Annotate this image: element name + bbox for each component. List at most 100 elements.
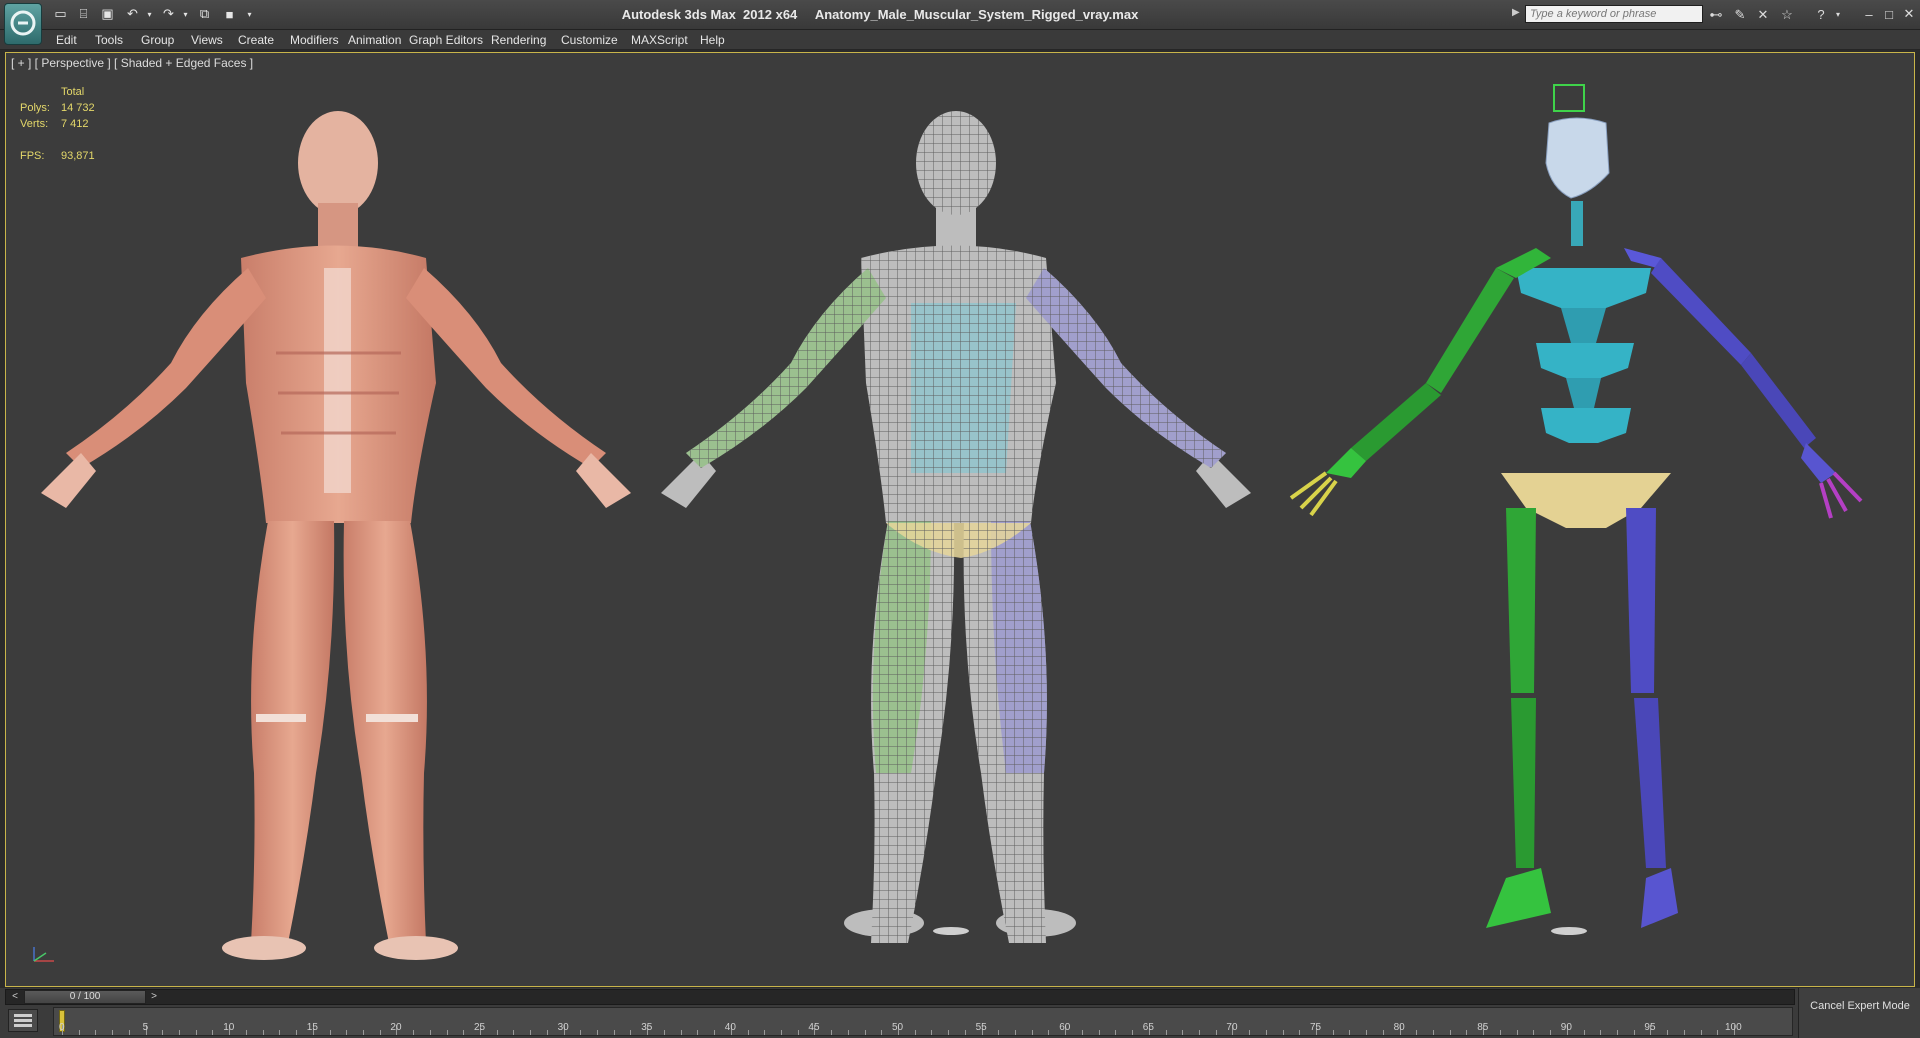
timeline-minor-tick [1081,1030,1083,1035]
timeline-minor-tick [580,1030,582,1035]
timeline-label: 0 [59,1022,65,1033]
timeline-minor-tick [429,1030,431,1035]
menu-bar: Edit Tools Group Views Create Modifiers … [0,30,1920,50]
timeline-minor-tick [128,1030,130,1035]
timeline-minor-tick [496,1030,498,1035]
timeline-minor-tick [95,1030,97,1035]
binoculars-icon[interactable]: ⊷ [1707,6,1725,23]
undo-icon[interactable]: ↶ [124,6,141,22]
timeline-label: 50 [892,1022,904,1033]
cancel-expert-mode-button[interactable]: Cancel Expert Mode [1798,988,1920,1038]
time-slider-next-button[interactable]: > [147,990,161,1004]
help-dropdown-icon[interactable]: ▾ [1829,6,1847,23]
timeline-minor-tick [1667,1030,1669,1035]
search-expand-icon[interactable]: ▶ [1512,7,1520,18]
track-bar[interactable]: 0 5 10 15 20 25 30 35 40 45 50 55 60 65 70 75 80 85 90 95 10… [53,1007,1793,1036]
app-menu-button[interactable] [4,3,42,45]
timeline-minor-tick [379,1030,381,1035]
timeline-minor-tick [630,1030,632,1035]
muscular-body-model[interactable] [41,111,631,960]
search-input[interactable] [1525,5,1703,23]
minimize-button[interactable]: – [1858,4,1880,24]
timeline-label: 65 [1142,1022,1154,1033]
timeline-minor-tick [1132,1030,1134,1035]
timeline-minor-tick [1382,1030,1384,1035]
new-file-icon[interactable]: ▭ [52,6,69,22]
menu-edit[interactable]: Edit [56,33,77,47]
timeline-label: 25 [474,1022,486,1033]
perspective-viewport[interactable]: [ + ] [ Perspective ] [ Shaded + Edged F… [5,52,1915,987]
save-icon[interactable]: ▣ [99,6,116,22]
timeline-minor-tick [1600,1030,1602,1035]
timeline-minor-tick [1098,1030,1100,1035]
mini-curve-editor-icon[interactable] [8,1009,38,1032]
open-file-icon[interactable]: ⌸ [75,6,92,22]
timeline-minor-tick [329,1030,331,1035]
menu-tools[interactable]: Tools [95,33,123,47]
timeline-minor-tick [1198,1030,1200,1035]
undo-dropdown-icon[interactable]: ▾ [141,6,158,22]
menu-group[interactable]: Group [141,33,174,47]
timeline-minor-tick [212,1030,214,1035]
help-icon[interactable]: ? [1812,6,1830,23]
timeline-minor-tick [78,1030,80,1035]
window-title: Autodesk 3ds Max 2012 x64 Anatomy_Male_M… [621,7,1139,22]
timeline-minor-tick [864,1030,866,1035]
timeline-label: 60 [1059,1022,1071,1033]
time-slider-thumb[interactable]: 0 / 100 [24,990,146,1004]
menu-animation[interactable]: Animation [348,33,401,47]
favorites-star-icon[interactable]: ☆ [1778,6,1796,23]
timeline-minor-tick [296,1030,298,1035]
timeline-label: 30 [557,1022,569,1033]
timeline-label: 35 [641,1022,653,1033]
timeline-minor-tick [1282,1030,1284,1035]
timeline-minor-tick [546,1030,548,1035]
timeline-minor-tick [948,1030,950,1035]
timeline-minor-tick [1449,1030,1451,1035]
timeline-minor-tick [680,1030,682,1035]
timeline-minor-tick [530,1030,532,1035]
menu-customize[interactable]: Customize [561,33,618,47]
timeline-minor-tick [663,1030,665,1035]
menu-graph-editors[interactable]: Graph Editors [409,33,483,47]
communication-icon[interactable]: ✎ [1731,6,1749,23]
timeline-minor-tick [1616,1030,1618,1035]
timeline-minor-tick [1249,1030,1251,1035]
biped-skeleton-rig[interactable] [1289,84,1863,935]
time-slider-prev-button[interactable]: < [8,990,22,1004]
redo-dropdown-icon[interactable]: ▾ [177,6,194,22]
timeline-minor-tick [1332,1030,1334,1035]
project-folder-icon[interactable]: ■ [221,6,238,22]
hold-icon[interactable]: ⧉ [196,6,213,22]
3dsmax-logo-icon [10,10,36,36]
menu-rendering[interactable]: Rendering [491,33,546,47]
menu-maxscript[interactable]: MAXScript [631,33,688,47]
timeline-minor-tick [1265,1030,1267,1035]
title-bar: ▭ ⌸ ▣ ↶ ▾ ↷ ▾ ⧉ ■ ▾ Autodesk 3ds Max 201… [0,0,1920,45]
wireframe-skinned-model[interactable] [661,111,1251,943]
timeline-label: 55 [975,1022,987,1033]
timeline-minor-tick [1550,1030,1552,1035]
timeline-minor-tick [764,1030,766,1035]
timeline-label: 100 [1725,1022,1742,1033]
timeline-minor-tick [697,1030,699,1035]
timeline-minor-tick [262,1030,264,1035]
maximize-button[interactable]: □ [1878,4,1900,24]
timeline-minor-tick [1717,1030,1719,1035]
redo-icon[interactable]: ↷ [160,6,177,22]
scene-figures[interactable] [6,53,1914,986]
tools-icon[interactable]: ✕ [1754,6,1772,23]
timeline-minor-tick [1499,1030,1501,1035]
time-slider[interactable]: < 0 / 100 > [5,989,1795,1005]
menu-modifiers[interactable]: Modifiers [290,33,339,47]
timeline-minor-tick [1165,1030,1167,1035]
timeline-minor-tick [1533,1030,1535,1035]
timeline-label: 80 [1393,1022,1405,1033]
close-button[interactable]: ✕ [1898,4,1920,24]
menu-create[interactable]: Create [238,33,274,47]
menu-help[interactable]: Help [700,33,725,47]
quick-access-dropdown-icon[interactable]: ▾ [241,6,258,22]
timeline-minor-tick [346,1030,348,1035]
menu-views[interactable]: Views [191,33,223,47]
timeline-minor-tick [279,1030,281,1035]
